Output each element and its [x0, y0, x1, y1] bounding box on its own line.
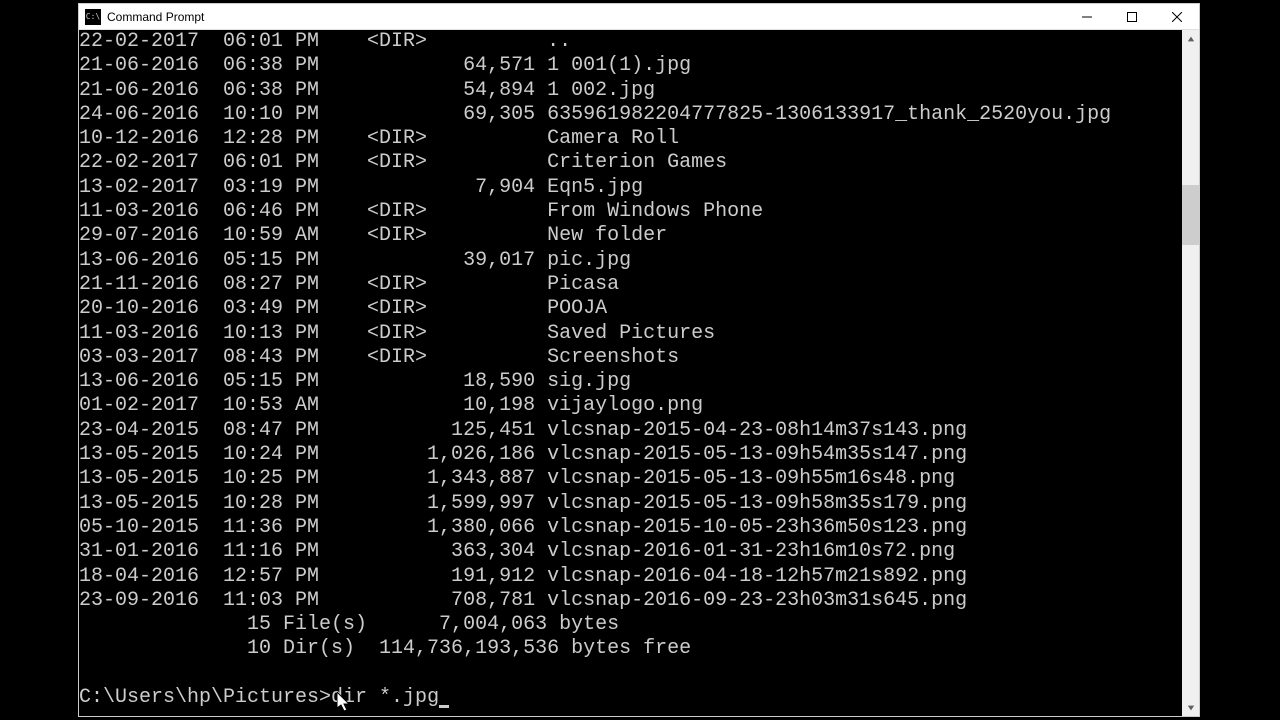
summary-dirs: 10 Dir(s) 114,736,193,536 bytes free: [79, 637, 1182, 661]
dir-entry-row: 13-06-2016 05:15 PM 39,017 pic.jpg: [79, 249, 1182, 273]
dir-entry-row: 31-01-2016 11:16 PM 363,304 vlcsnap-2016…: [79, 540, 1182, 564]
dir-entry-row: 20-10-2016 03:49 PM <DIR> POOJA: [79, 297, 1182, 321]
typed-command: dir *.jpg: [331, 686, 439, 709]
scroll-up-button[interactable]: [1182, 30, 1199, 47]
scroll-down-button[interactable]: [1182, 699, 1199, 716]
dir-entry-row: 13-05-2015 10:25 PM 1,343,887 vlcsnap-20…: [79, 467, 1182, 491]
dir-entry-row: 03-03-2017 08:43 PM <DIR> Screenshots: [79, 346, 1182, 370]
cmd-icon: C:\: [85, 9, 101, 25]
console-output[interactable]: 22-02-2017 06:01 PM <DIR> ..21-06-2016 0…: [79, 30, 1182, 716]
dir-entry-row: 22-02-2017 06:01 PM <DIR> Criterion Game…: [79, 151, 1182, 175]
dir-entry-row: 13-05-2015 10:24 PM 1,026,186 vlcsnap-20…: [79, 443, 1182, 467]
dir-entry-row: 21-06-2016 06:38 PM 54,894 1 002.jpg: [79, 79, 1182, 103]
dir-entry-row: 11-03-2016 10:13 PM <DIR> Saved Pictures: [79, 322, 1182, 346]
dir-entry-row: 18-04-2016 12:57 PM 191,912 vlcsnap-2016…: [79, 565, 1182, 589]
dir-entry-row: 13-02-2017 03:19 PM 7,904 Eqn5.jpg: [79, 176, 1182, 200]
window-title: Command Prompt: [107, 10, 1064, 24]
prompt-line[interactable]: C:\Users\hp\Pictures>dir *.jpg: [79, 686, 1182, 710]
window-controls: [1064, 4, 1199, 29]
scrollbar-thumb[interactable]: [1182, 185, 1199, 245]
console-area: 22-02-2017 06:01 PM <DIR> ..21-06-2016 0…: [79, 30, 1199, 716]
vertical-scrollbar[interactable]: [1182, 30, 1199, 716]
dir-entry-row: 21-11-2016 08:27 PM <DIR> Picasa: [79, 273, 1182, 297]
blank-line: [79, 662, 1182, 686]
close-button[interactable]: [1154, 4, 1199, 29]
maximize-button[interactable]: [1109, 4, 1154, 29]
summary-files: 15 File(s) 7,004,063 bytes: [79, 613, 1182, 637]
dir-entry-row: 05-10-2015 11:36 PM 1,380,066 vlcsnap-20…: [79, 516, 1182, 540]
dir-entry-row: 01-02-2017 10:53 AM 10,198 vijaylogo.png: [79, 394, 1182, 418]
dir-entry-row: 11-03-2016 06:46 PM <DIR> From Windows P…: [79, 200, 1182, 224]
dir-entry-row: 13-06-2016 05:15 PM 18,590 sig.jpg: [79, 370, 1182, 394]
dir-entry-row: 24-06-2016 10:10 PM 69,305 6359619822047…: [79, 103, 1182, 127]
minimize-button[interactable]: [1064, 4, 1109, 29]
dir-entry-row: 10-12-2016 12:28 PM <DIR> Camera Roll: [79, 127, 1182, 151]
command-prompt-window: C:\ Command Prompt 22-02-2017 06:01 PM <…: [78, 3, 1200, 717]
prompt-path: C:\Users\hp\Pictures>: [79, 686, 331, 709]
dir-entry-row: 29-07-2016 10:59 AM <DIR> New folder: [79, 224, 1182, 248]
dir-entry-row: 23-04-2015 08:47 PM 125,451 vlcsnap-2015…: [79, 419, 1182, 443]
dir-entry-row: 21-06-2016 06:38 PM 64,571 1 001(1).jpg: [79, 54, 1182, 78]
titlebar[interactable]: C:\ Command Prompt: [79, 4, 1199, 30]
dir-entry-row: 23-09-2016 11:03 PM 708,781 vlcsnap-2016…: [79, 589, 1182, 613]
dir-entry-row: 22-02-2017 06:01 PM <DIR> ..: [79, 30, 1182, 54]
text-cursor: [439, 705, 449, 708]
dir-entry-row: 13-05-2015 10:28 PM 1,599,997 vlcsnap-20…: [79, 492, 1182, 516]
